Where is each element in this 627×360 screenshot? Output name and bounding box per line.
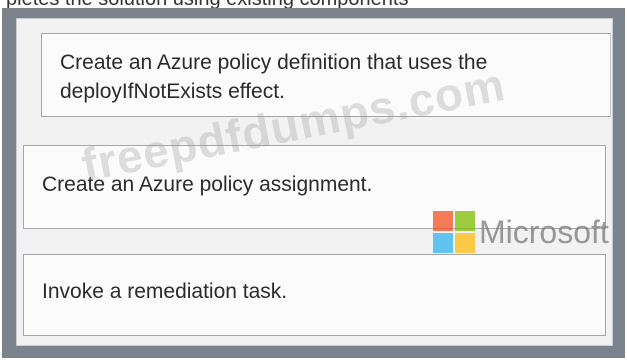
step-label: Create an Azure policy assignment. xyxy=(42,173,373,196)
answer-frame: Create an Azure policy definition that u… xyxy=(2,8,625,358)
step-label: Invoke a remediation task. xyxy=(42,280,288,303)
step-item-2[interactable]: Create an Azure policy assignment. xyxy=(23,145,606,229)
step-item-1[interactable]: Create an Azure policy definition that u… xyxy=(41,33,611,117)
step-label: Create an Azure policy definition that u… xyxy=(60,51,488,103)
step-item-3[interactable]: Invoke a remediation task. xyxy=(23,254,606,336)
header-text-fragment: pletes the solution using existing compo… xyxy=(0,0,627,8)
answer-area: Create an Azure policy definition that u… xyxy=(16,18,613,346)
header-text: pletes the solution using existing compo… xyxy=(6,0,408,8)
